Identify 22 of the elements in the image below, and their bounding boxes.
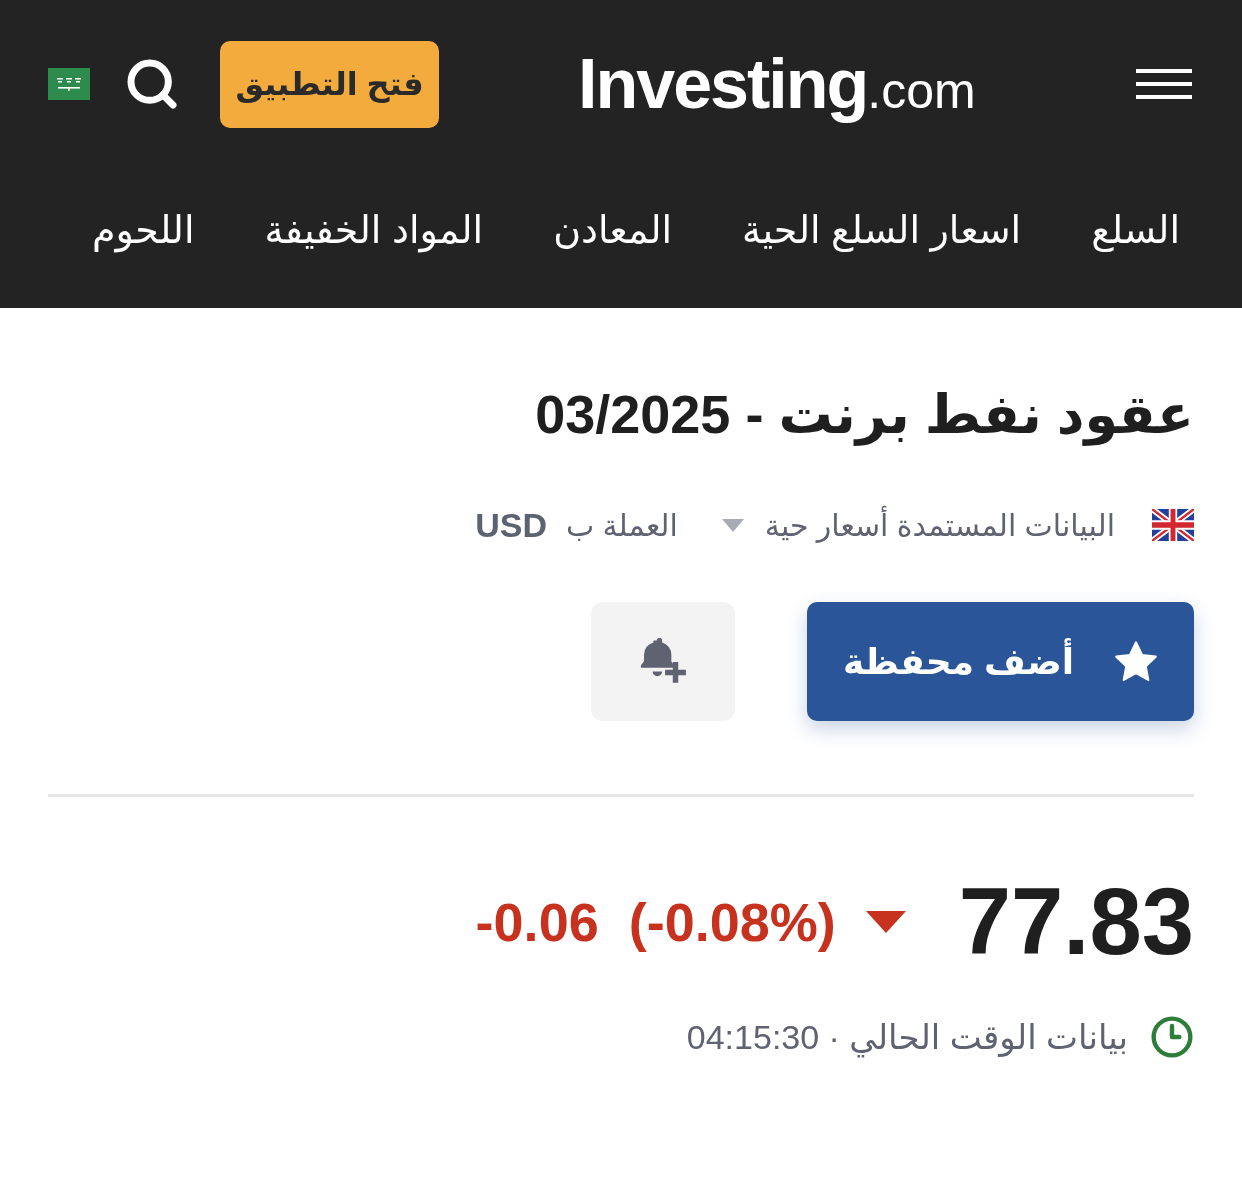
flag-icon[interactable] <box>48 68 90 100</box>
open-app-button[interactable]: فتح التطبيق <box>220 40 439 128</box>
caret-icon <box>721 518 744 532</box>
nav-link[interactable]: اللحوم <box>92 201 195 259</box>
realtime-status: بيانات الوقت الحالي · 04:15:30 <box>686 1016 1128 1060</box>
nav-link[interactable]: اسعار السلع الحية <box>742 201 1022 259</box>
nav-link[interactable]: المواد الخفيفة <box>264 201 484 259</box>
currency-value: USD <box>475 504 547 546</box>
menu-icon[interactable] <box>1136 69 1192 99</box>
instrument-title: عقود نفط برنت - 03/2025 <box>534 383 1194 448</box>
star-icon <box>1114 640 1159 683</box>
price-value: 77.83 <box>958 875 1194 969</box>
currency-label: العملة ب <box>565 507 678 544</box>
add-portfolio-button[interactable]: أضف محفظة <box>807 602 1194 721</box>
nav-link[interactable]: السلع <box>1091 201 1180 259</box>
clock-icon <box>1150 1015 1194 1059</box>
alert-button[interactable] <box>591 602 735 721</box>
bell-plus-icon <box>638 637 688 686</box>
nav-link[interactable]: المعادن <box>553 201 673 259</box>
flag-icon <box>1152 509 1194 541</box>
change-value: -0.06 <box>475 895 599 949</box>
data-source-dropdown[interactable]: البيانات المستمدة أسعار حية <box>721 502 1115 548</box>
